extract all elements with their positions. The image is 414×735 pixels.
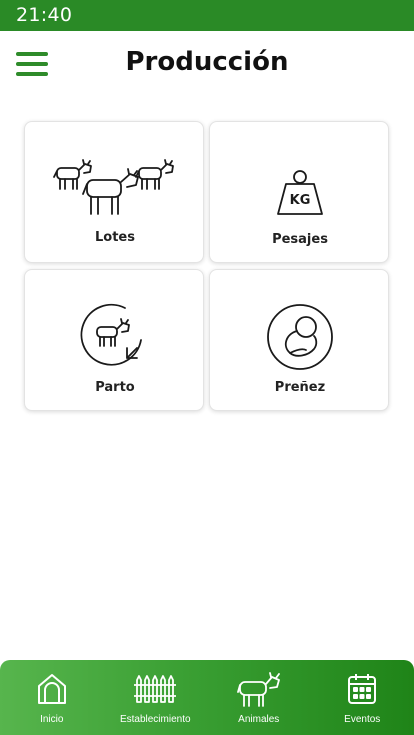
nav-item-inicio[interactable]: Inicio <box>0 660 104 735</box>
status-bar: 21:40 <box>0 0 414 31</box>
tile-label-lotes: Lotes <box>95 230 135 245</box>
tile-label-prenez: Preñez <box>274 380 326 395</box>
tile-pesajes[interactable]: KG Pesajes <box>209 121 389 263</box>
tile-parto[interactable]: Parto <box>24 269 204 411</box>
nav-label-eventos: Eventos <box>344 714 381 725</box>
nav-label-establecimiento: Establecimiento <box>119 714 191 725</box>
calf-birth-icon <box>25 270 205 380</box>
tile-label-pesajes: Pesajes <box>272 232 328 247</box>
page-title: Producción <box>125 47 289 77</box>
nav-item-establecimiento[interactable]: Establecimiento <box>104 660 208 735</box>
cow-icon <box>207 672 311 708</box>
weight-kg-icon: KG <box>210 122 390 232</box>
pregnancy-icon <box>210 270 390 380</box>
nav-label-inicio: Inicio <box>40 714 64 725</box>
bottom-nav: Inicio Establecimiento Animales Eventos <box>0 660 414 735</box>
status-time: 21:40 <box>16 4 73 26</box>
fence-icon <box>104 672 208 708</box>
calendar-icon <box>311 672 414 708</box>
kg-label: KG <box>290 193 311 208</box>
app-header: Producción <box>0 31 414 97</box>
home-icon <box>0 672 104 708</box>
nav-label-animales: Animales <box>238 714 280 725</box>
nav-item-animales[interactable]: Animales <box>207 660 311 735</box>
tile-label-parto: Parto <box>95 380 135 395</box>
herd-icon <box>25 122 205 232</box>
tile-prenez[interactable]: Preñez <box>209 269 389 411</box>
tile-lotes[interactable]: Lotes <box>24 121 204 263</box>
nav-item-eventos[interactable]: Eventos <box>311 660 414 735</box>
